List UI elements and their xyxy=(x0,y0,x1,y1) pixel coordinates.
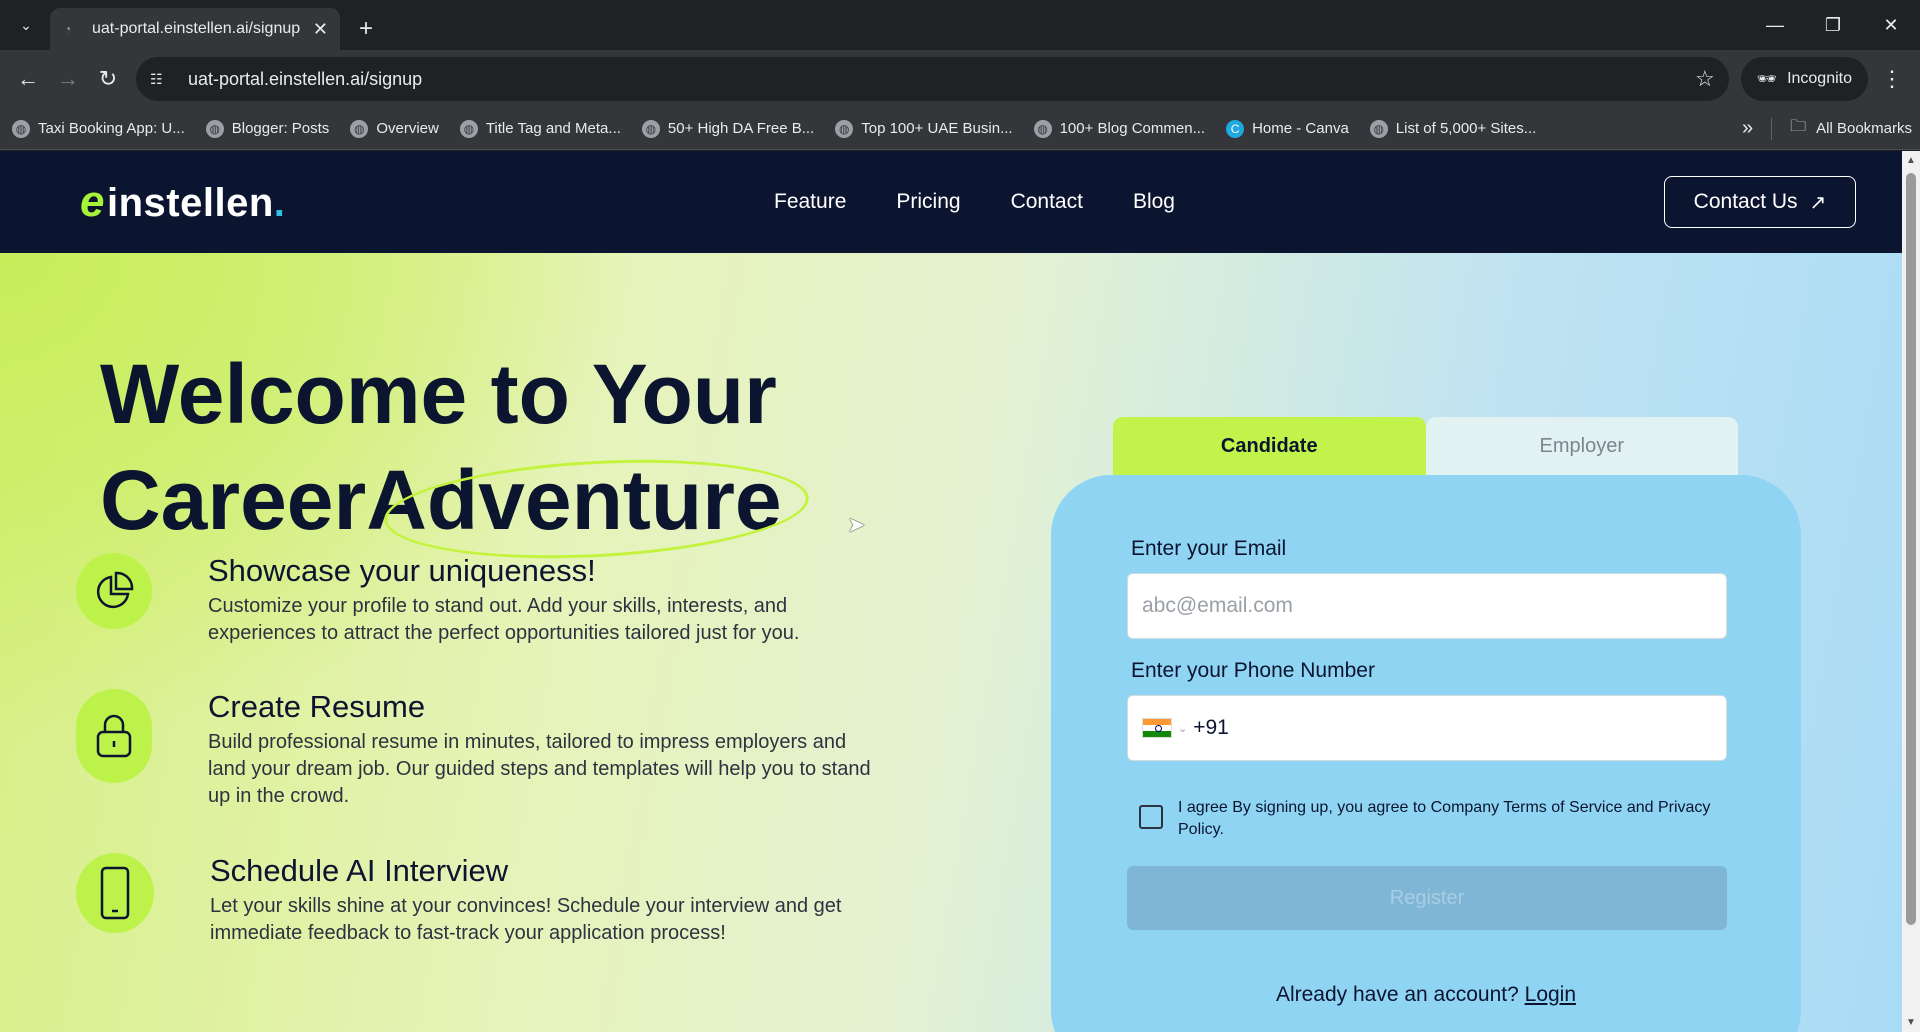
incognito-indicator[interactable]: 🕶 Incognito xyxy=(1740,57,1868,101)
all-bookmarks-button[interactable]: 🗀 All Bookmarks xyxy=(1790,115,1912,142)
back-icon[interactable]: ← xyxy=(10,61,46,97)
scroll-down-icon[interactable]: ▼ xyxy=(1906,1017,1916,1028)
browser-toolbar: ← → ↻ ☷ uat-portal.einstellen.ai/signup … xyxy=(0,50,1920,108)
bookmark-item[interactable]: C Home - Canva xyxy=(1226,119,1349,138)
bookmark-item[interactable]: ◍ Overview xyxy=(350,119,439,138)
globe-icon: ◍ xyxy=(641,119,660,138)
incognito-icon: 🕶 xyxy=(1756,71,1778,88)
canva-icon: C xyxy=(1226,119,1245,138)
contact-us-button[interactable]: Contact Us ↗ xyxy=(1664,176,1856,228)
reload-icon[interactable]: ↻ xyxy=(90,61,126,97)
tab-title: uat-portal.einstellen.ai/signup xyxy=(92,20,301,37)
tab-close-icon[interactable]: ✕ xyxy=(313,19,328,40)
window-controls: — ❐ ✕ xyxy=(1746,0,1920,50)
browser-menu-icon[interactable]: ⋮ xyxy=(1874,61,1910,97)
feature-text: Build professional resume in minutes, ta… xyxy=(208,731,871,807)
feature-title: Create Resume xyxy=(208,689,426,724)
restore-icon[interactable]: ❐ xyxy=(1804,0,1862,50)
page-scrollbar[interactable]: ▲ ▼ xyxy=(1902,151,1920,1032)
role-tabs: Candidate Employer xyxy=(1113,417,1738,475)
bookmark-star-icon[interactable]: ☆ xyxy=(1695,66,1715,92)
nav-feature[interactable]: Feature xyxy=(774,190,846,214)
arrow-up-right-icon: ↗ xyxy=(1809,191,1827,214)
hero-highlight-word: Adventure xyxy=(366,453,782,547)
globe-icon: ◍ xyxy=(459,119,478,138)
login-link[interactable]: Login xyxy=(1525,983,1576,1006)
globe-icon: ◍ xyxy=(205,119,224,138)
feature-title: Showcase your uniqueness! xyxy=(208,553,596,588)
tab-candidate[interactable]: Candidate xyxy=(1113,417,1426,475)
site-nav: Feature Pricing Contact Blog xyxy=(774,151,1225,253)
folder-icon: 🗀 xyxy=(1790,118,1807,135)
bookmarks-bar: ◍ Taxi Booking App: U... ◍ Blogger: Posts … xyxy=(0,108,1920,150)
feature-item: Schedule AI Interview Let your skills sh… xyxy=(76,853,890,947)
site-info-icon[interactable]: ☷ xyxy=(150,71,176,88)
phone-field[interactable]: ⌄ +91 xyxy=(1127,695,1727,761)
email-placeholder: abc@email.com xyxy=(1142,594,1293,617)
globe-icon: ◍ xyxy=(350,119,369,138)
new-tab-button[interactable]: + xyxy=(348,11,384,47)
phone-label: Enter your Phone Number xyxy=(1131,659,1375,682)
feature-item: Showcase your uniqueness! Customize your… xyxy=(76,553,888,647)
login-prompt: Already have an account? Login xyxy=(1275,983,1577,1006)
nav-blog[interactable]: Blog xyxy=(1133,190,1175,214)
globe-icon: ◍ xyxy=(12,119,30,138)
feature-title: Schedule AI Interview xyxy=(210,853,509,888)
feature-text: Let your skills shine at your convinces!… xyxy=(210,895,842,944)
nav-contact[interactable]: Contact xyxy=(1011,190,1083,214)
forward-icon[interactable]: → xyxy=(50,61,86,97)
globe-icon: ◍ xyxy=(1033,119,1052,138)
bookmarks-overflow-icon[interactable]: » xyxy=(1742,117,1753,140)
scroll-up-icon[interactable]: ▲ xyxy=(1906,155,1916,166)
bookmark-item[interactable]: ◍ 50+ High DA Free B... xyxy=(641,119,814,138)
pie-chart-icon xyxy=(76,553,152,629)
tab-search-button[interactable]: ⌄ xyxy=(6,5,46,45)
bookmark-item[interactable]: ◍ 100+ Blog Commen... xyxy=(1033,119,1205,138)
bookmark-item[interactable]: ◍ Taxi Booking App: U... xyxy=(12,119,185,138)
scrollbar-thumb[interactable] xyxy=(1906,173,1916,925)
bookmarks-divider xyxy=(1771,117,1773,140)
bookmark-item[interactable]: ◍ Blogger: Posts xyxy=(205,119,329,138)
globe-icon: ◍ xyxy=(1369,119,1388,138)
close-window-icon[interactable]: ✕ xyxy=(1862,0,1920,50)
globe-icon: ◍ xyxy=(835,119,854,138)
feature-item: Create Resume Build professional resume … xyxy=(76,689,888,810)
bookmark-item[interactable]: ◍ Top 100+ UAE Busin... xyxy=(835,119,1013,138)
india-flag-icon[interactable] xyxy=(1142,718,1172,738)
lock-icon xyxy=(76,689,152,783)
site-favicon-icon: ◔ xyxy=(64,22,72,36)
terms-text: I agree By signing up, you agree to Comp… xyxy=(1178,799,1711,838)
nav-pricing[interactable]: Pricing xyxy=(896,190,960,214)
country-code: +91 xyxy=(1193,716,1229,739)
bookmark-item[interactable]: ◍ Title Tag and Meta... xyxy=(459,119,621,138)
site-header: e instellen. Feature Pricing Contact Blog… xyxy=(0,151,1920,253)
terms-checkbox[interactable] xyxy=(1139,805,1163,829)
chevron-down-icon[interactable]: ⌄ xyxy=(1178,722,1187,735)
browser-tabbar: ⌄ ◔ uat-portal.einstellen.ai/signup ✕ + … xyxy=(0,0,1920,50)
feature-text: Customize your profile to stand out. Add… xyxy=(208,595,800,644)
tab-employer[interactable]: Employer xyxy=(1425,417,1738,475)
bookmark-item[interactable]: ◍ List of 5,000+ Sites... xyxy=(1369,119,1536,138)
email-field[interactable]: abc@email.com xyxy=(1127,573,1727,639)
hero-section: Welcome to Your CareerAdventure Showcase… xyxy=(0,253,1902,1032)
minimize-icon[interactable]: — xyxy=(1746,0,1804,50)
chevron-down-icon: ⌄ xyxy=(20,16,32,33)
register-button[interactable]: Register xyxy=(1127,866,1727,930)
email-label: Enter your Email xyxy=(1131,537,1287,560)
browser-tab[interactable]: ◔ uat-portal.einstellen.ai/signup ✕ xyxy=(50,8,340,50)
signup-card: Enter your Email abc@email.com Enter you… xyxy=(1051,475,1801,1032)
mouse-cursor-icon: ➤ xyxy=(847,512,866,537)
hero-title: Welcome to Your CareerAdventure xyxy=(100,347,782,547)
address-url[interactable]: uat-portal.einstellen.ai/signup xyxy=(188,69,1695,90)
site-logo[interactable]: e instellen. xyxy=(80,177,285,227)
incognito-label: Incognito xyxy=(1787,70,1852,87)
phone-icon xyxy=(76,853,154,933)
address-bar[interactable]: ☷ uat-portal.einstellen.ai/signup ☆ xyxy=(136,57,1729,101)
page-viewport: e instellen. Feature Pricing Contact Blog… xyxy=(0,151,1920,1032)
